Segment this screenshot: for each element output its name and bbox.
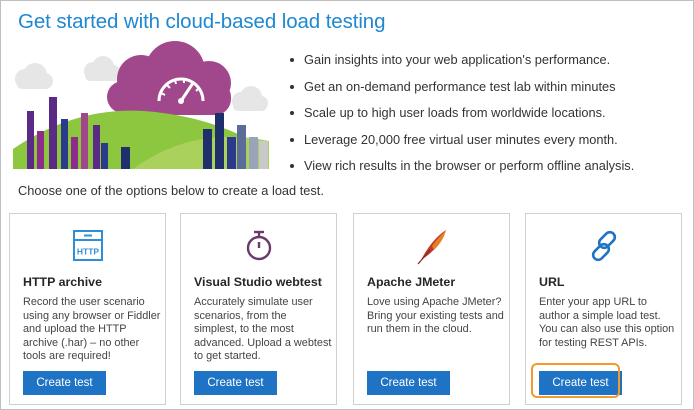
card-http-archive: HTTP HTTP archive Record the user scenar… bbox=[9, 213, 166, 405]
card-description: Record the user scenario using any brows… bbox=[23, 296, 161, 362]
card-apache-jmeter: Apache JMeter Love using Apache JMeter? … bbox=[353, 213, 510, 405]
card-title: URL bbox=[539, 275, 565, 289]
svg-text:HTTP: HTTP bbox=[76, 247, 99, 257]
load-test-panel: Get started with cloud-based load testin… bbox=[0, 0, 694, 410]
small-cloud-icon bbox=[15, 63, 53, 89]
cloud-gauge-icon bbox=[107, 41, 231, 115]
choose-instructions: Choose one of the options below to creat… bbox=[18, 183, 324, 198]
small-cloud-icon bbox=[84, 56, 121, 81]
page-title: Get started with cloud-based load testin… bbox=[18, 10, 386, 33]
http-archive-icon: HTTP bbox=[72, 230, 103, 261]
feather-icon bbox=[417, 230, 446, 265]
create-test-highlight bbox=[531, 363, 620, 398]
small-cloud-icon bbox=[232, 86, 268, 111]
list-item: View rich results in the browser or perf… bbox=[290, 153, 634, 180]
stopwatch-icon bbox=[246, 230, 271, 261]
card-title: Visual Studio webtest bbox=[194, 275, 322, 289]
list-item: Leverage 20,000 free virtual user minute… bbox=[290, 127, 634, 154]
list-item: Scale up to high user loads from worldwi… bbox=[290, 100, 634, 127]
create-test-button[interactable]: Create test bbox=[367, 371, 450, 395]
create-test-button[interactable]: Create test bbox=[194, 371, 277, 395]
card-description: Love using Apache JMeter? Bring your exi… bbox=[367, 296, 504, 335]
card-description: Enter your app URL to author a simple lo… bbox=[539, 296, 675, 349]
feature-list: Gain insights into your web application'… bbox=[290, 47, 634, 180]
cloud-load-testing-illustration bbox=[13, 41, 269, 169]
card-title: Apache JMeter bbox=[367, 275, 456, 289]
link-icon bbox=[591, 230, 616, 262]
card-description: Accurately simulate user scenarios, from… bbox=[194, 296, 332, 362]
card-title: HTTP archive bbox=[23, 275, 102, 289]
list-item: Gain insights into your web application'… bbox=[290, 47, 634, 74]
card-visual-studio-webtest: Visual Studio webtest Accurately simulat… bbox=[180, 213, 337, 405]
create-test-button[interactable]: Create test bbox=[23, 371, 106, 395]
list-item: Get an on-demand performance test lab wi… bbox=[290, 74, 634, 101]
